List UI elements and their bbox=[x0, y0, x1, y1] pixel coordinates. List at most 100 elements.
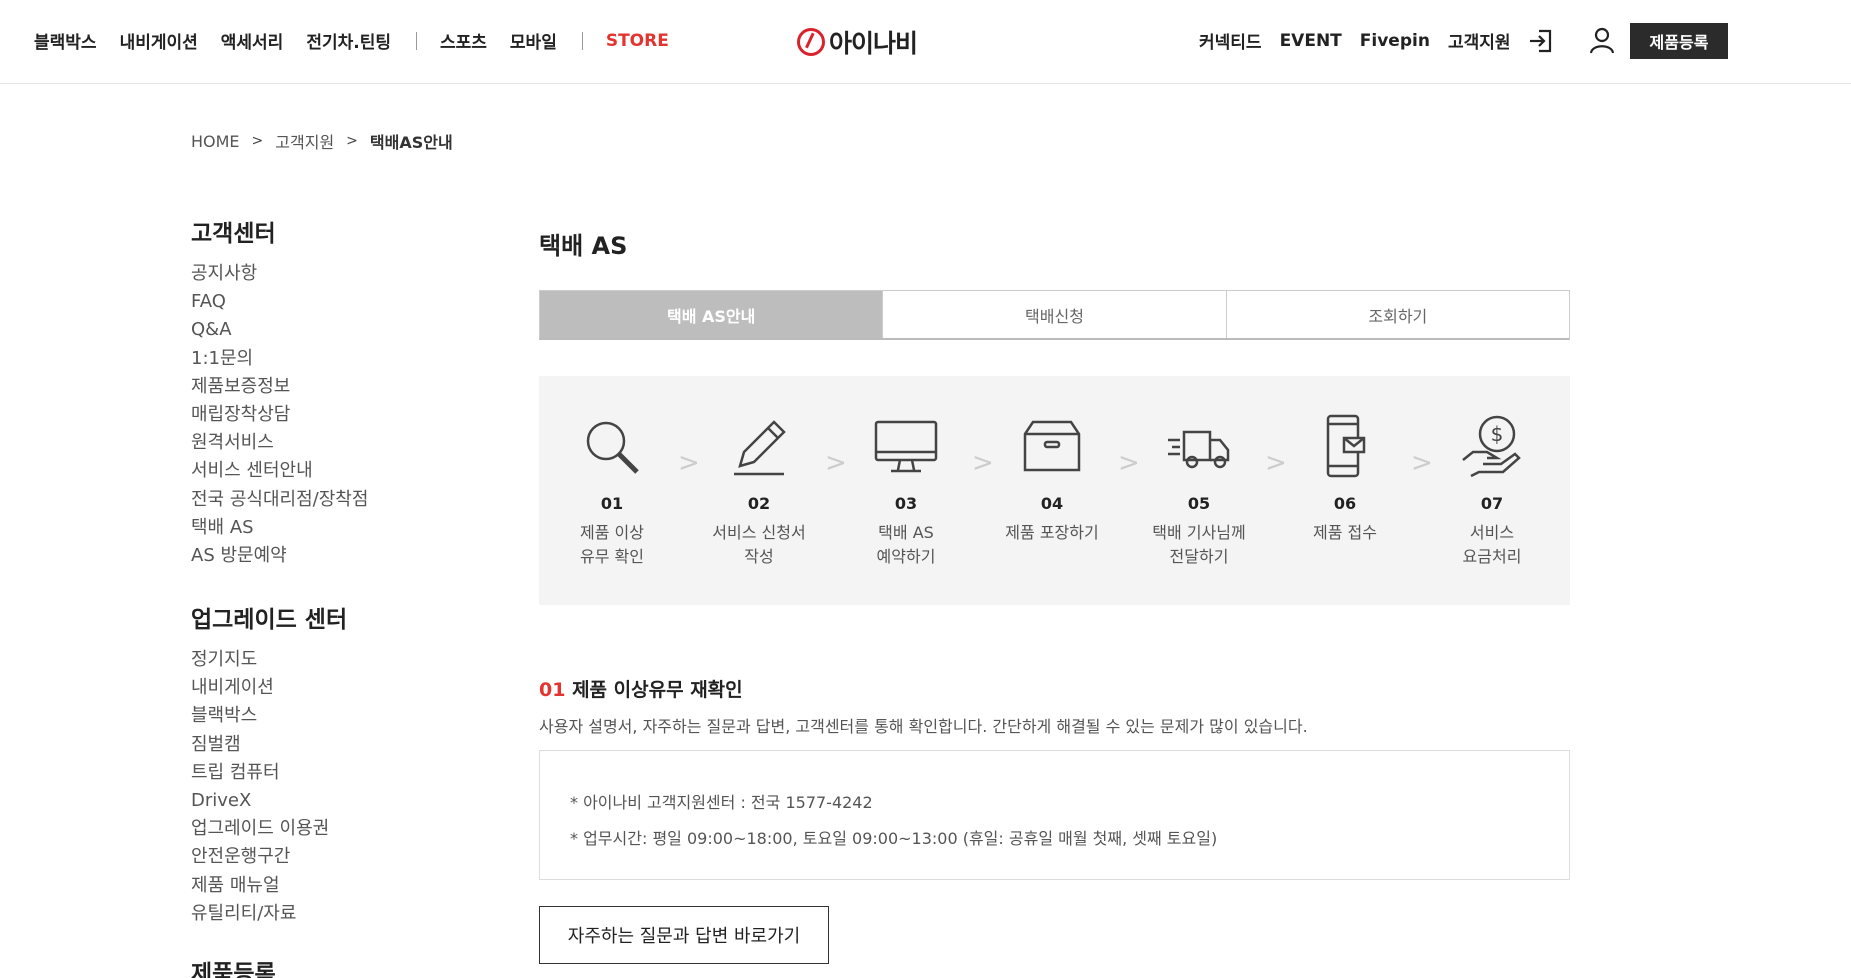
sidebar-item-manual[interactable]: 제품 매뉴얼 bbox=[191, 872, 451, 900]
money-hand-icon: $ bbox=[1462, 415, 1521, 478]
svg-text:$: $ bbox=[1491, 422, 1504, 446]
step-label: 택배 AS 예약하기 bbox=[876, 523, 936, 566]
nav-ev-tinting[interactable]: 전기차.틴팅 bbox=[306, 28, 391, 53]
sidebar-item-drivex[interactable]: DriveX bbox=[191, 787, 451, 815]
step-number: 05 bbox=[1187, 494, 1211, 513]
login-icon[interactable] bbox=[1525, 24, 1557, 58]
sidebar-item-visit-as[interactable]: AS 방문예약 bbox=[191, 542, 451, 570]
pencil-icon bbox=[734, 420, 786, 476]
nav-divider bbox=[581, 31, 583, 50]
step-number: 07 bbox=[1480, 494, 1504, 513]
nav-navigation[interactable]: 내비게이션 bbox=[120, 28, 198, 53]
nav-blackbox[interactable]: 블랙박스 bbox=[34, 28, 97, 53]
breadcrumb-home[interactable]: HOME bbox=[191, 132, 240, 151]
sidebar-item-utility[interactable]: 유틸리티/자료 bbox=[191, 900, 451, 928]
nav-sports[interactable]: 스포츠 bbox=[440, 28, 487, 53]
sidebar-item-service-center[interactable]: 서비스 센터안내 bbox=[191, 457, 451, 485]
sidebar-item-warranty[interactable]: 제품보증정보 bbox=[191, 373, 451, 401]
chevron-right-icon: > bbox=[346, 133, 358, 149]
info-box: * 아이나비 고객지원센터 : 전국 1577-4242 * 업무시간: 평일 … bbox=[539, 750, 1570, 880]
nav-mobile[interactable]: 모바일 bbox=[510, 28, 557, 53]
sidebar-item-safety-zone[interactable]: 안전운행구간 bbox=[191, 843, 451, 871]
breadcrumb-current: 택배AS안내 bbox=[369, 133, 453, 152]
process-step: 01 제품 이상 유무 확인 bbox=[552, 414, 672, 569]
sidebar-item-dealers[interactable]: 전국 공식대리점/장착점 bbox=[191, 486, 451, 514]
sidebar-item-faq[interactable]: FAQ bbox=[191, 288, 451, 316]
main-nav-left: 블랙박스 내비게이션 액세서리 전기차.틴팅 스포츠 모바일 STORE bbox=[34, 28, 692, 54]
process-step: 02 서비스 신청서 작성 bbox=[699, 414, 819, 569]
user-icon[interactable] bbox=[1586, 24, 1618, 58]
step-number: 03 bbox=[894, 494, 918, 513]
chevron-right-icon: > bbox=[1265, 448, 1287, 478]
sidebar-item-trip-computer[interactable]: 트립 컴퓨터 bbox=[191, 759, 451, 787]
step-label: 택배 기사님께 전달하기 bbox=[1152, 523, 1246, 566]
chevron-right-icon: > bbox=[1118, 448, 1140, 478]
step-number: 04 bbox=[1040, 494, 1064, 513]
product-register-button[interactable]: 제품등록 bbox=[1630, 23, 1728, 59]
logo-text: 아이나비 bbox=[829, 29, 918, 58]
sidebar-item-gimbal[interactable]: 짐벌캠 bbox=[191, 731, 451, 759]
nav-support[interactable]: 고객지원 bbox=[1448, 28, 1511, 53]
step-label: 제품 접수 bbox=[1313, 523, 1377, 542]
breadcrumb: HOME > 고객지원 > 택배AS안내 bbox=[191, 129, 453, 153]
business-hours-line: * 업무시간: 평일 09:00~18:00, 토요일 09:00~13:00 … bbox=[570, 829, 1218, 848]
process-step: 03 택배 AS 예약하기 bbox=[846, 414, 966, 569]
sidebar-group-title: 고객센터 bbox=[191, 221, 276, 247]
sidebar-item-navigation[interactable]: 내비게이션 bbox=[191, 674, 451, 702]
sidebar-item-blackbox[interactable]: 블랙박스 bbox=[191, 702, 451, 730]
monitor-icon bbox=[874, 420, 938, 473]
tab-bar: 택배 AS안내 택배신청 조회하기 bbox=[539, 290, 1570, 340]
tab-lookup[interactable]: 조회하기 bbox=[1227, 291, 1569, 338]
truck-icon bbox=[1168, 430, 1230, 469]
step-number: 06 bbox=[1333, 494, 1357, 513]
sidebar-group-title: 업그레이드 센터 bbox=[191, 607, 348, 634]
chevron-right-icon: > bbox=[1411, 448, 1433, 478]
search-icon bbox=[586, 421, 639, 474]
page-title: 택배 AS bbox=[539, 232, 628, 260]
section-number: 01 bbox=[539, 679, 566, 701]
step-label: 제품 포장하기 bbox=[1005, 523, 1099, 542]
site-header: 블랙박스 내비게이션 액세서리 전기차.틴팅 스포츠 모바일 STORE 아이나… bbox=[0, 0, 1851, 84]
chevron-right-icon: > bbox=[972, 448, 994, 478]
tab-delivery-request[interactable]: 택배신청 bbox=[883, 291, 1227, 338]
site-logo[interactable]: 아이나비 bbox=[797, 24, 918, 60]
sidebar-item-inquiry[interactable]: 1:1문의 bbox=[191, 345, 451, 373]
process-step: 06 제품 접수 bbox=[1285, 414, 1405, 545]
breadcrumb-support[interactable]: 고객지원 bbox=[275, 129, 334, 153]
section-description: 사용자 설명서, 자주하는 질문과 답변, 고객센터를 통해 확인합니다. 간단… bbox=[539, 717, 1308, 736]
step-label: 서비스 요금처리 bbox=[1462, 523, 1522, 566]
logo-mark-icon bbox=[797, 28, 825, 56]
nav-connected[interactable]: 커넥티드 bbox=[1199, 28, 1262, 53]
sidebar-item-upgrade-ticket[interactable]: 업그레이드 이용권 bbox=[191, 815, 451, 843]
sidebar-item-install-consult[interactable]: 매립장착상담 bbox=[191, 401, 451, 429]
nav-store[interactable]: STORE bbox=[606, 31, 669, 51]
sidebar-item-remote-service[interactable]: 원격서비스 bbox=[191, 429, 451, 457]
section-title-text: 제품 이상유무 재확인 bbox=[572, 679, 743, 701]
sidebar-item-qna[interactable]: Q&A bbox=[191, 316, 451, 344]
step-label: 제품 이상 유무 확인 bbox=[580, 523, 644, 566]
chevron-right-icon: > bbox=[825, 448, 847, 478]
tab-delivery-as-guide[interactable]: 택배 AS안내 bbox=[540, 291, 884, 338]
box-icon bbox=[1023, 420, 1081, 472]
nav-accessory[interactable]: 액세서리 bbox=[221, 28, 284, 53]
process-steps: 01 제품 이상 유무 확인 > 02 서비스 신청서 작성 > 03 택배 A… bbox=[539, 376, 1570, 605]
sidebar: 고객센터 공지사항 FAQ Q&A 1:1문의 제품보증정보 매립장착상담 원격… bbox=[191, 214, 451, 978]
chevron-right-icon: > bbox=[251, 133, 264, 149]
sidebar-item-notice[interactable]: 공지사항 bbox=[191, 260, 451, 288]
step-label: 서비스 신청서 작성 bbox=[712, 523, 806, 566]
chevron-right-icon: > bbox=[678, 448, 700, 478]
sidebar-item-delivery-as[interactable]: 택배 AS bbox=[191, 514, 451, 542]
section-title: 01 제품 이상유무 재확인 bbox=[539, 675, 743, 702]
process-step: 04 제품 포장하기 bbox=[992, 414, 1112, 545]
process-step: 05 택배 기사님께 전달하기 bbox=[1139, 414, 1259, 569]
nav-divider bbox=[416, 31, 417, 50]
sidebar-item-map[interactable]: 정기지도 bbox=[191, 646, 451, 674]
nav-fivepin[interactable]: Fivepin bbox=[1360, 31, 1430, 51]
nav-event[interactable]: EVENT bbox=[1280, 31, 1342, 51]
main-content: 택배 AS 택배 AS안내 택배신청 조회하기 01 제품 이상 유무 확인 >… bbox=[539, 226, 1570, 964]
main-nav-right: 커넥티드 EVENT Fivepin 고객지원 bbox=[1199, 28, 1529, 54]
step-number: 02 bbox=[747, 494, 771, 513]
step-number: 01 bbox=[600, 494, 624, 513]
sidebar-group-title: 제품등록 bbox=[191, 960, 276, 978]
faq-shortcut-button[interactable]: 자주하는 질문과 답변 바로가기 bbox=[539, 906, 829, 964]
